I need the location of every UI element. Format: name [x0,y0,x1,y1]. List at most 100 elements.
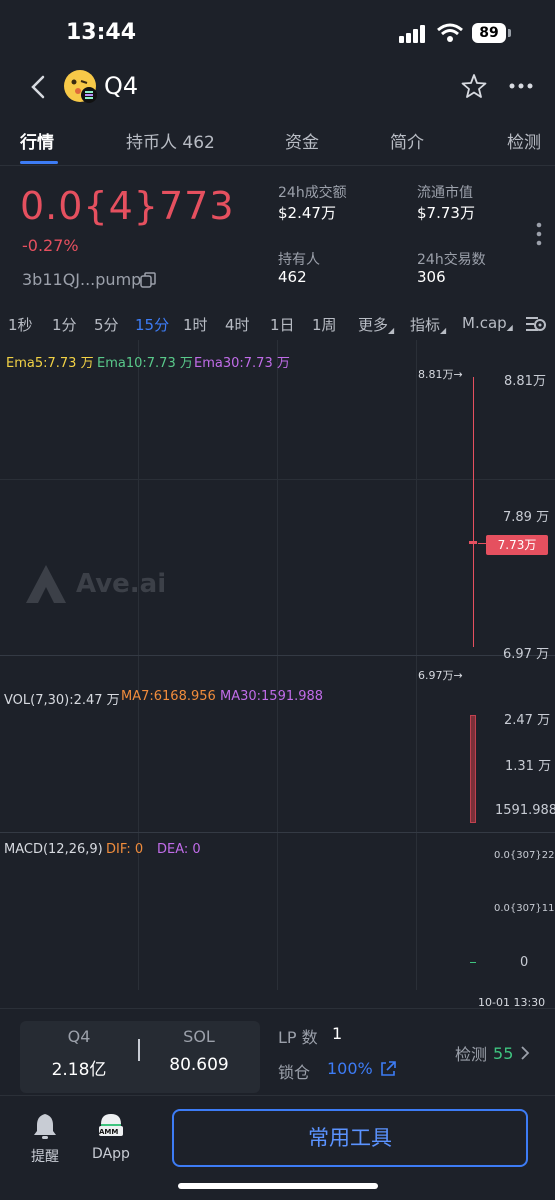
contract-address[interactable]: 3b11QJ...pump [22,270,141,289]
lp-label: LP 数 [278,1028,318,1047]
status-bar: 13:44 89 [0,0,555,64]
dapp-button[interactable]: AMM DApp [90,1112,132,1162]
macd-dif: DIF: 0 [106,842,144,857]
price-tick-mid: 7.89 万 [503,510,550,525]
lock-label: 锁仓 [278,1063,311,1082]
reserve-box: Q4 2.18亿 SOL 80.609 [20,1021,260,1093]
low-marker: 6.97万→ [418,669,463,682]
timeframe-1w[interactable]: 1周 [312,314,337,335]
divider [0,165,555,166]
ave-logo-icon [26,565,66,603]
candle-wick [473,377,474,647]
price-tick-low: 6.97 万 [503,647,550,662]
macd-tick-high: 0.0{307}222 [494,850,555,861]
chevron-right-icon [521,1046,530,1060]
grid-line [0,479,555,480]
tab-funds[interactable]: 资金 [285,128,319,153]
home-indicator [178,1183,378,1189]
more-icon[interactable] [509,82,533,90]
lock-value: 100% [327,1059,373,1078]
back-icon[interactable] [28,74,48,100]
price-change: -0.27% [22,236,79,255]
volume-ma30: MA30:1591.988 [220,689,324,704]
watermark-text: Ave.ai [76,569,167,599]
wifi-icon [437,23,463,42]
amm-badge: AMM [99,1128,119,1136]
timeframe-4h[interactable]: 4时 [225,314,250,335]
bell-icon [34,1114,56,1139]
reserve-amount-b: 80.609 [169,1055,229,1075]
dropdown-arrow-icon: ◢ [506,323,513,332]
timeframe-1h[interactable]: 1时 [183,314,208,335]
page-title: Q4 [104,72,139,100]
grid-line [277,340,278,990]
timeframe-1m[interactable]: 1分 [52,314,77,335]
check-score: 55 [493,1043,514,1063]
high-marker: 8.81万→ [418,368,463,381]
divider [0,1095,555,1096]
reserve-token-a: Q4 [67,1027,91,1046]
ema10-label: Ema10:7.73 万 [97,356,193,371]
candle-body [469,541,477,544]
ema5-label: Ema5:7.73 万 [6,356,94,371]
stat-txns-value: 306 [417,268,446,286]
timeframe-1d[interactable]: 1日 [270,314,295,335]
chart-settings-icon[interactable] [525,314,547,334]
stat-volume-value: $2.47万 [278,204,336,222]
watermark: Ave.ai [24,563,166,605]
macd-tick-zero: 0 [520,955,529,970]
volume-tick-mid: 1.31 万 [505,759,552,774]
alert-button[interactable]: 提醒 [28,1112,62,1166]
macd-tick-mid: 0.0{307}111 [494,903,555,914]
mcap-toggle-label: M.cap [462,314,507,332]
volume-tick-high: 2.47 万 [504,713,551,728]
stat-volume-label: 24h成交额 [278,185,347,201]
lock-link[interactable]: 100% [327,1059,397,1078]
reserve-token-b: SOL [183,1027,215,1046]
star-icon[interactable] [461,73,487,99]
pane-divider [0,1008,555,1009]
tab-market[interactable]: 行情 [20,128,54,153]
stat-holders-label: 持有人 [278,252,320,268]
timeframe-1s[interactable]: 1秒 [8,314,33,335]
current-price-tag: 7.73万 [486,535,548,555]
ema30-label: Ema30:7.73 万 [194,356,290,371]
battery-cap [508,29,511,37]
common-tools-button[interactable]: 常用工具 [172,1109,528,1167]
stat-mcap-label: 流通市值 [417,185,473,201]
price-line [478,543,486,544]
check-label: 检测 [455,1045,488,1064]
tab-check[interactable]: 检测 [507,128,541,153]
reserve-amount-a: 2.18亿 [51,1060,107,1080]
copy-icon[interactable] [140,272,156,288]
signal-icon [399,25,425,43]
macd-label: MACD(12,26,9) [4,842,103,857]
indicator-menu[interactable]: 指标◢ [410,314,446,335]
timeframe-more[interactable]: 更多◢ [358,314,394,335]
stat-mcap-value: $7.73万 [417,204,475,222]
dapp-label: DApp [92,1146,130,1162]
price-tick-high: 8.81万 [504,374,546,389]
macd-bar [470,962,476,963]
volume-label: VOL(7,30):2.47 万 [4,693,120,708]
pane-divider [0,655,555,656]
tab-intro[interactable]: 简介 [390,128,424,153]
dropdown-arrow-icon: ◢ [388,326,395,335]
mcap-toggle[interactable]: M.cap◢ [462,314,513,332]
status-time: 13:44 [66,20,137,45]
check-score-link[interactable]: 检测 55 [455,1041,531,1065]
alert-label: 提醒 [31,1149,59,1165]
stat-holders-value: 462 [278,268,307,286]
macd-dea: DEA: 0 [157,842,201,857]
grid-line [416,340,417,990]
tab-indicator [20,161,58,164]
tab-holders[interactable]: 持币人 462 [126,128,215,153]
time-axis-label: 10-01 13:30 [478,996,546,1009]
grid-line [138,340,139,990]
vertical-more-icon[interactable] [536,222,542,246]
lp-value: 1 [332,1024,343,1043]
timeframe-5m[interactable]: 5分 [94,314,119,335]
timeframe-15m[interactable]: 15分 [135,314,169,335]
pane-divider [0,832,555,833]
price-value: 0.0{4}773 [20,184,235,228]
